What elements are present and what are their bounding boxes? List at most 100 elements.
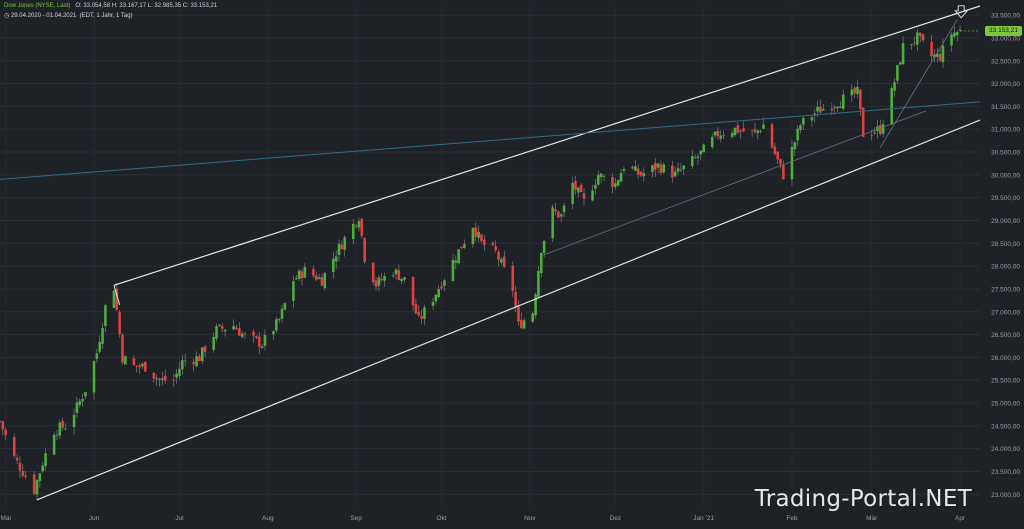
candle-body — [898, 62, 902, 65]
candle-body — [822, 108, 825, 111]
candle-body — [58, 422, 62, 436]
candle-body — [642, 173, 646, 177]
x-tick-label: Jan '21 — [693, 515, 714, 522]
candle-body — [497, 251, 500, 260]
candle-body — [477, 231, 480, 238]
candle-body — [52, 434, 56, 455]
candle-body — [531, 313, 535, 322]
candle-body — [953, 32, 956, 37]
candle-body — [879, 124, 882, 135]
candle-body — [1, 421, 5, 430]
candle-body — [938, 54, 942, 61]
candle-body — [739, 130, 742, 132]
candle-body — [334, 256, 338, 262]
candle-body — [374, 280, 378, 287]
candle-body — [317, 277, 321, 279]
candle-body — [850, 89, 854, 96]
candle-body — [893, 82, 896, 91]
candle-body — [559, 214, 563, 217]
candle-body — [856, 86, 859, 94]
candle-body — [511, 265, 515, 291]
candle-body — [81, 398, 84, 402]
candle-body — [534, 294, 537, 316]
y-tick-label: 30.000,00 — [991, 172, 1020, 179]
candle-body — [72, 414, 76, 428]
candle-body — [810, 117, 814, 121]
candle-body — [921, 34, 925, 41]
candle-body — [98, 342, 101, 352]
candle-body — [861, 107, 865, 137]
candle-body — [437, 289, 441, 297]
y-tick-label: 28.500,00 — [991, 241, 1020, 248]
candle-body — [275, 319, 278, 331]
candle-body — [671, 165, 674, 178]
candle-body — [172, 379, 176, 381]
candle-body — [719, 135, 723, 139]
candle-body — [414, 304, 418, 314]
candle-body — [121, 334, 124, 363]
candle-body — [272, 331, 275, 335]
candle-body — [215, 326, 218, 339]
candle-body — [870, 135, 874, 137]
candle-body — [394, 269, 398, 275]
candle-body — [756, 130, 760, 134]
lower-channel-line — [36, 119, 981, 501]
watermark: Trading-Portal.NET — [754, 486, 972, 512]
candle-body — [0, 420, 2, 422]
candle-body — [520, 319, 523, 329]
date-range: 29.04.2020 - 01.04.2021 — [10, 13, 77, 19]
y-tick-label: 31.500,00 — [991, 104, 1020, 111]
candle-body — [343, 237, 346, 250]
candle-body — [733, 127, 737, 136]
candle-body — [323, 272, 327, 288]
x-tick-label: Jun — [89, 515, 100, 522]
candle-body — [796, 128, 799, 141]
candle-body — [753, 129, 757, 132]
candle-body — [713, 131, 717, 136]
instrument-title: Dow Jones (NYSE, Last) — [4, 3, 71, 9]
candle-body — [303, 266, 307, 278]
candle-body — [141, 363, 144, 367]
candle-body — [314, 275, 318, 280]
candle-body — [830, 108, 834, 111]
candle-body — [417, 311, 421, 316]
candle-body — [423, 307, 426, 320]
candle-body — [782, 165, 785, 180]
candle-body — [910, 44, 913, 45]
candle-body — [930, 41, 933, 57]
y-tick-label: 23.000,00 — [991, 492, 1020, 499]
candle-body — [354, 225, 358, 227]
candle-body — [192, 361, 196, 365]
candle-body — [61, 420, 64, 428]
candle-body — [873, 132, 876, 134]
chart: 23.000,00 23.500,00 24.000,00 24.500,00 25.0… — [0, 0, 1024, 524]
y-tick-label: 26.500,00 — [991, 332, 1020, 339]
candle-body — [653, 162, 657, 170]
candle-body — [454, 260, 458, 263]
candle-body — [78, 400, 82, 406]
candle-body — [896, 65, 899, 81]
candle-body — [243, 333, 247, 335]
candle-body — [682, 165, 686, 170]
candle-body — [514, 291, 517, 307]
candle-body — [340, 244, 344, 250]
candle-body — [594, 184, 597, 189]
candle-body — [582, 193, 586, 199]
candle-body — [195, 356, 198, 367]
candle-body — [622, 168, 626, 171]
y-tick-label: 27.500,00 — [991, 286, 1020, 293]
candle-body — [776, 151, 780, 160]
candle-body — [152, 372, 156, 379]
candle-body — [260, 346, 264, 348]
candle-body — [577, 187, 580, 193]
candle-body — [659, 164, 663, 173]
candle-body — [101, 328, 104, 344]
candle-body — [750, 130, 754, 132]
candle-body — [55, 434, 59, 436]
candle-body — [44, 453, 47, 467]
candle-body — [104, 305, 107, 327]
chart-svg: 23.000,00 23.500,00 24.000,00 24.500,00 25.0… — [0, 5, 1020, 522]
candle-body — [676, 168, 680, 172]
y-tick-label: 30.500,00 — [991, 150, 1020, 157]
candle-body — [360, 218, 364, 237]
